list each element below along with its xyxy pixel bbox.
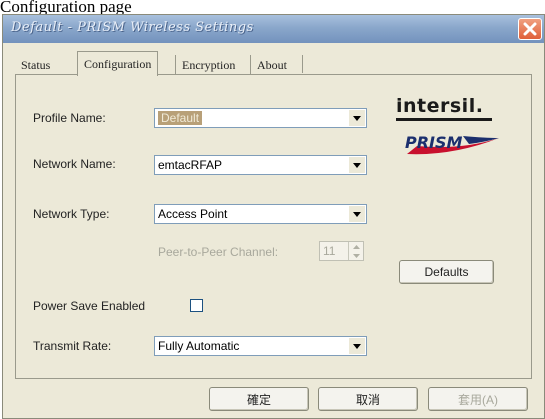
peer-channel-label: Peer-to-Peer Channel: [158, 245, 279, 259]
apply-button[interactable]: 套用(A) [428, 387, 528, 411]
profile-name-value: Default [158, 111, 203, 125]
defaults-button[interactable]: Defaults [399, 260, 494, 284]
tab-status[interactable]: Status [15, 55, 56, 75]
transmit-rate-label: Transmit Rate: [33, 339, 112, 353]
intersil-logo: intersil. [396, 95, 492, 121]
spin-up-icon[interactable] [349, 242, 363, 251]
chevron-down-icon[interactable] [349, 338, 365, 354]
close-button[interactable] [518, 18, 542, 40]
prism-logo: PRISM [403, 132, 503, 158]
tab-encryption[interactable]: Encryption [175, 55, 241, 75]
network-type-label: Network Type: [33, 207, 110, 221]
chevron-down-icon[interactable] [349, 110, 365, 126]
intersil-logo-bar [396, 118, 492, 121]
settings-window: Default - PRISM Wireless Settings Status… [2, 14, 545, 419]
chevron-down-icon[interactable] [349, 157, 365, 173]
network-name-combo[interactable]: emtacRFAP [154, 155, 367, 175]
power-save-checkbox[interactable] [190, 299, 203, 312]
close-icon [523, 22, 537, 36]
profile-name-label: Profile Name: [33, 111, 106, 125]
ok-button[interactable]: 確定 [209, 387, 309, 411]
spin-down-icon[interactable] [349, 251, 363, 260]
power-save-label: Power Save Enabled [33, 299, 146, 313]
prism-logo-text: PRISM [405, 133, 463, 152]
window-title: Default - PRISM Wireless Settings [11, 20, 254, 35]
intersil-logo-text: intersil. [396, 95, 484, 117]
chevron-down-icon[interactable] [349, 206, 365, 222]
network-name-value: emtacRFAP [158, 158, 223, 172]
peer-channel-spinner[interactable]: 11 [319, 241, 364, 261]
network-name-label: Network Name: [33, 157, 116, 171]
transmit-rate-combo[interactable]: Fully Automatic [154, 336, 367, 356]
cancel-button[interactable]: 取消 [318, 387, 418, 411]
transmit-rate-value: Fully Automatic [158, 339, 240, 353]
tab-configuration[interactable]: Configuration [77, 51, 159, 76]
peer-channel-value: 11 [323, 244, 336, 258]
network-type-value: Access Point [158, 207, 228, 221]
title-bar[interactable]: Default - PRISM Wireless Settings [3, 15, 544, 43]
network-type-combo[interactable]: Access Point [154, 204, 367, 224]
tab-divider [302, 55, 303, 73]
profile-name-combo[interactable]: Default [154, 108, 367, 128]
spinner-buttons[interactable] [348, 242, 363, 260]
tab-about[interactable]: About [250, 55, 293, 75]
